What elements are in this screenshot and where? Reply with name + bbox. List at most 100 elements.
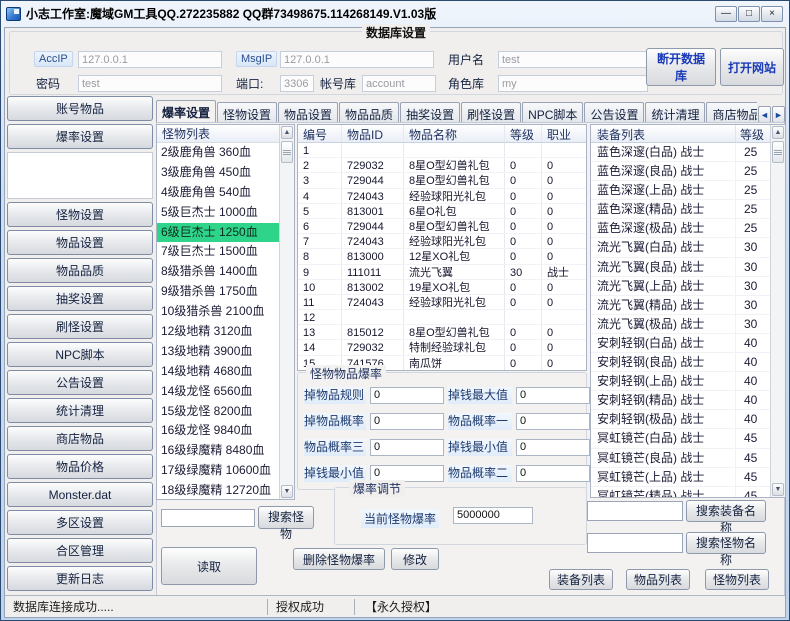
tab-0[interactable]: 爆率设置 — [156, 100, 216, 123]
modify-button[interactable]: 修改 — [391, 548, 439, 570]
drop-field-input[interactable]: 0 — [516, 439, 590, 456]
drop-field-input[interactable]: 0 — [370, 413, 444, 430]
search-monster-button[interactable]: 搜索怪物 — [258, 506, 314, 529]
disconnect-db-button[interactable]: 断开数据库 — [646, 48, 716, 86]
drop-field-input[interactable]: 0 — [370, 387, 444, 404]
equip-row[interactable]: 安刺轻钢(精品) 战士40 — [591, 391, 772, 410]
monster-search-input[interactable] — [161, 509, 255, 527]
sidebar-item-6[interactable]: 刷怪设置 — [7, 314, 153, 339]
table-row[interactable]: 1081300219星XO礼包00 — [298, 280, 586, 295]
monster-list-item[interactable]: 18级绿魔精 12720血 — [157, 481, 280, 501]
equip-row[interactable]: 流光飞翼(上品) 战士30 — [591, 277, 772, 296]
sidebar-item-15[interactable]: 更新日志 — [7, 566, 153, 591]
equip-row[interactable]: 安刺轻钢(极品) 战士40 — [591, 410, 772, 429]
tab-7[interactable]: 公告设置 — [584, 102, 644, 123]
drop-field-input[interactable]: 0 — [516, 413, 590, 430]
account-db-field[interactable]: account — [362, 75, 436, 92]
monster-list-item[interactable]: 12级地精 3120血 — [157, 322, 280, 342]
item-list-button[interactable]: 物品列表 — [626, 569, 690, 590]
equip-row[interactable]: 冥虹镜芒(上品) 战士45 — [591, 468, 772, 487]
tab-2[interactable]: 物品设置 — [278, 102, 338, 123]
drop-field-input[interactable]: 0 — [516, 465, 590, 482]
sidebar-item-2[interactable]: 怪物设置 — [7, 202, 153, 227]
monster-list-item[interactable]: 3级鹿角兽 450血 — [157, 163, 280, 183]
password-field[interactable]: test — [78, 75, 222, 92]
monster-list-scrollbar[interactable]: ▲ ▼ — [279, 125, 294, 499]
sidebar-item-10[interactable]: 商店物品 — [7, 426, 153, 451]
drop-field-input[interactable]: 0 — [516, 387, 590, 404]
equip-row[interactable]: 蓝色深邃(上品) 战士25 — [591, 181, 772, 200]
equip-row[interactable]: 蓝色深邃(白品) 战士25 — [591, 143, 772, 162]
equip-row[interactable]: 流光飞翼(极品) 战士30 — [591, 315, 772, 334]
tab-3[interactable]: 物品品质 — [339, 102, 399, 123]
table-row[interactable]: 14729032特制经验球礼包00 — [298, 340, 586, 355]
minimize-button[interactable]: — — [715, 6, 737, 22]
table-row[interactable]: 27290328星O型幻兽礼包00 — [298, 158, 586, 173]
monster-list-item[interactable]: 13级地精 3900血 — [157, 342, 280, 362]
sidebar-item-3[interactable]: 物品设置 — [7, 230, 153, 255]
sidebar-item-5[interactable]: 抽奖设置 — [7, 286, 153, 311]
msgip-field[interactable]: 127.0.0.1 — [280, 51, 434, 68]
sidebar-item-11[interactable]: 物品价格 — [7, 454, 153, 479]
tab-8[interactable]: 统计清理 — [645, 102, 705, 123]
equip-row[interactable]: 流光飞翼(良品) 战士30 — [591, 258, 772, 277]
search-equip-name-button[interactable]: 搜索装备名称 — [686, 500, 766, 522]
monster-list-item[interactable]: 8级猎杀兽 1400血 — [157, 262, 280, 282]
table-row[interactable]: 7724043经验球阳光礼包00 — [298, 234, 586, 249]
equip-row[interactable]: 蓝色深邃(良品) 战士25 — [591, 162, 772, 181]
sidebar-item-8[interactable]: 公告设置 — [7, 370, 153, 395]
tab-6[interactable]: NPC脚本 — [522, 102, 583, 123]
sidebar-item-13[interactable]: 多区设置 — [7, 510, 153, 535]
monster-list-item[interactable]: 5级巨杰士 1000血 — [157, 203, 280, 223]
scrollbar-thumb[interactable] — [281, 141, 293, 163]
tab-5[interactable]: 刷怪设置 — [461, 102, 521, 123]
delete-drop-rate-button[interactable]: 删除怪物爆率 — [293, 548, 385, 570]
table-row[interactable]: 9111011流光飞翼30战士 — [298, 265, 586, 280]
monster-list-item[interactable]: 6级巨杰士 1250血 — [157, 223, 280, 243]
scroll-up-button[interactable]: ▲ — [281, 126, 293, 139]
equip-row[interactable]: 蓝色深邃(极品) 战士25 — [591, 219, 772, 238]
scroll-down-button[interactable]: ▼ — [772, 483, 784, 496]
table-row[interactable]: 58130016星O礼包00 — [298, 204, 586, 219]
monster-list-item[interactable]: 7级巨杰士 1500血 — [157, 242, 280, 262]
tab-9[interactable]: 商店物品 — [706, 102, 757, 123]
current-rate-field[interactable]: 5000000 — [453, 507, 533, 524]
equip-row[interactable]: 冥虹镜芒(精品) 战士45 — [591, 487, 772, 498]
equip-row[interactable]: 安刺轻钢(白品) 战士40 — [591, 334, 772, 353]
table-row[interactable]: 67290448星O型幻兽礼包00 — [298, 219, 586, 234]
table-row[interactable]: 4724043经验球阳光礼包00 — [298, 189, 586, 204]
monster-list-item[interactable]: 14级地精 4680血 — [157, 362, 280, 382]
username-field[interactable]: test — [498, 51, 648, 68]
monster-list-item[interactable]: 17级绿魔精 10600血 — [157, 461, 280, 481]
scroll-up-button[interactable]: ▲ — [772, 126, 784, 139]
equip-name-search-input[interactable] — [587, 501, 683, 521]
sidebar-item-9[interactable]: 统计清理 — [7, 398, 153, 423]
table-row[interactable]: 1 — [298, 143, 586, 158]
equip-row[interactable]: 安刺轻钢(良品) 战士40 — [591, 353, 772, 372]
monster-name-search-input[interactable] — [587, 533, 683, 553]
equip-row[interactable]: 安刺轻钢(上品) 战士40 — [591, 372, 772, 391]
equip-list-button[interactable]: 装备列表 — [549, 569, 613, 590]
monster-list-item[interactable]: 4级鹿角兽 540血 — [157, 183, 280, 203]
equipment-scrollbar[interactable]: ▲ ▼ — [770, 125, 785, 497]
role-db-field[interactable]: my — [498, 75, 648, 92]
sidebar-item-12[interactable]: Monster.dat — [7, 482, 153, 507]
equip-row[interactable]: 蓝色深邃(精品) 战士25 — [591, 200, 772, 219]
table-row[interactable]: 37290448星O型幻兽礼包00 — [298, 173, 586, 188]
monster-list-item[interactable]: 16级绿魔精 8480血 — [157, 441, 280, 461]
port-field[interactable]: 3306 — [280, 75, 314, 92]
scrollbar-thumb[interactable] — [772, 141, 784, 163]
tab-scroll-right-button[interactable]: ► — [772, 106, 785, 123]
open-website-button[interactable]: 打开网站 — [720, 48, 784, 86]
sidebar-item-1[interactable]: 爆率设置 — [7, 124, 153, 149]
monster-list-button[interactable]: 怪物列表 — [705, 569, 769, 590]
tab-scroll-left-button[interactable]: ◄ — [758, 106, 771, 123]
read-button[interactable]: 读取 — [161, 547, 257, 585]
equip-row[interactable]: 流光飞翼(精品) 战士30 — [591, 296, 772, 315]
accip-field[interactable]: 127.0.0.1 — [78, 51, 222, 68]
monster-list-item[interactable]: 16级龙怪 9840血 — [157, 421, 280, 441]
table-row[interactable]: 881300012星XO礼包00 — [298, 249, 586, 264]
sidebar-item-14[interactable]: 合区管理 — [7, 538, 153, 563]
maximize-button[interactable]: □ — [738, 6, 760, 22]
sidebar-item-0[interactable]: 账号物品 — [7, 96, 153, 121]
